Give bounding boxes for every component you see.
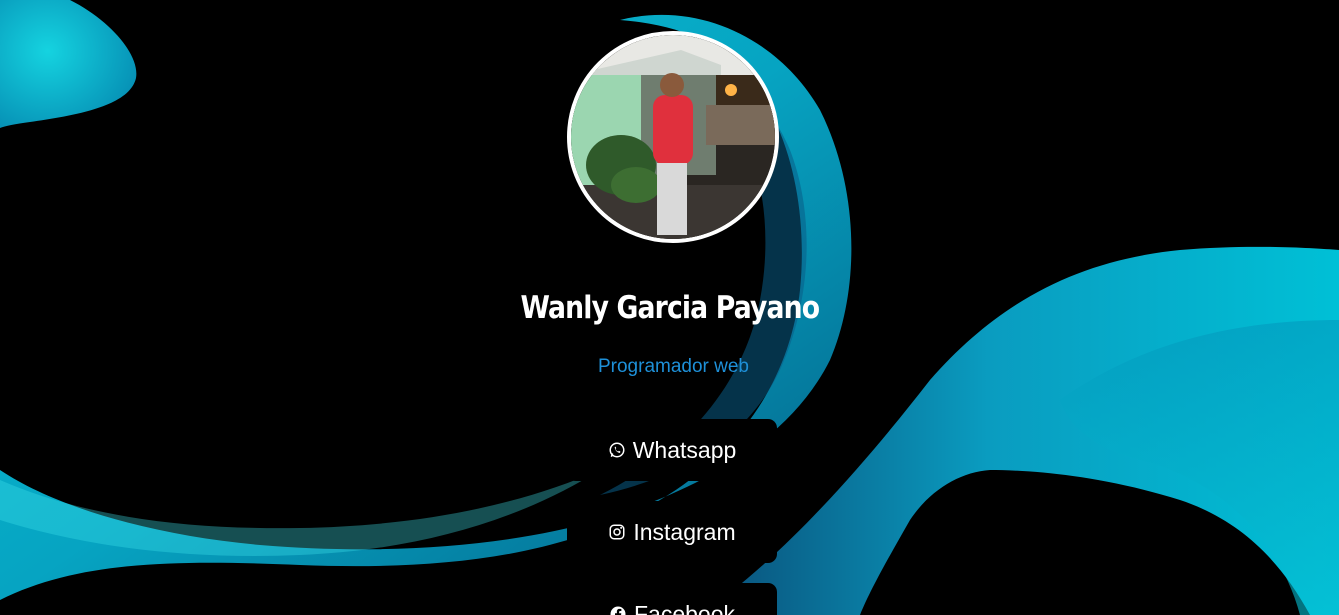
- facebook-icon: [609, 605, 627, 615]
- instagram-icon: [608, 523, 626, 541]
- avatar: [567, 31, 779, 243]
- profile-name: Wanly Garcia Payano: [520, 290, 820, 326]
- whatsapp-button[interactable]: Whatsapp: [567, 419, 777, 481]
- page: Wanly Garcia Payano Programador web What…: [0, 0, 1339, 615]
- whatsapp-icon: [608, 441, 626, 459]
- profile-photo: [571, 35, 775, 239]
- profile-subtitle: Programador web: [597, 356, 750, 377]
- whatsapp-label: Whatsapp: [632, 436, 737, 463]
- profile-card: Wanly Garcia Payano Programador web What…: [0, 0, 1339, 615]
- facebook-label: Facebook: [633, 600, 735, 615]
- facebook-button[interactable]: Facebook: [567, 583, 777, 615]
- instagram-label: Instagram: [633, 518, 736, 545]
- instagram-button[interactable]: Instagram: [567, 501, 777, 563]
